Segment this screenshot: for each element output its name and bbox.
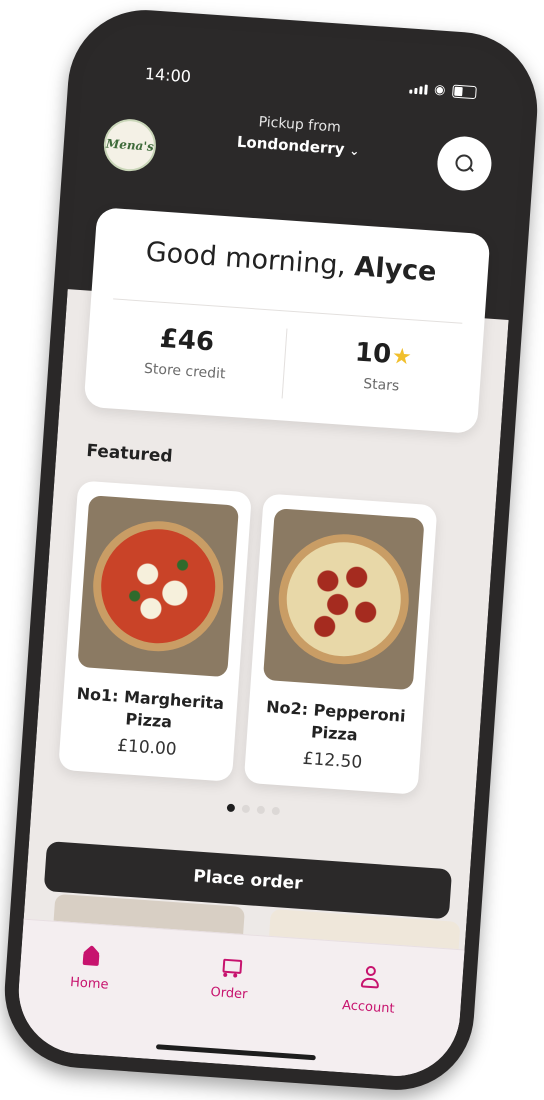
chevron-down-icon: ⌄ — [348, 143, 360, 159]
home-indicator[interactable] — [155, 1044, 316, 1061]
greeting-card: Good morning, Alyce £46 Store credit 10★… — [83, 207, 491, 435]
star-icon: ★ — [391, 344, 413, 371]
product-price: £10.00 — [116, 735, 178, 760]
tab-account[interactable]: Account — [308, 962, 431, 1019]
person-icon — [360, 965, 382, 990]
pagination-dot[interactable] — [241, 804, 250, 814]
tab-order[interactable]: Order — [169, 952, 292, 1005]
stars-label: Stars — [362, 376, 400, 395]
margherita-pizza-image — [88, 516, 228, 656]
wifi-icon: ◉ — [433, 82, 446, 99]
featured-carousel[interactable]: No1: Margherita Pizza £10.00 No2: Pepper… — [58, 480, 495, 798]
tab-order-label: Order — [209, 984, 248, 1003]
pagination-dot[interactable] — [271, 806, 280, 816]
home-icon — [81, 946, 102, 967]
greeting-prefix: Good morning, — [144, 236, 356, 283]
status-time: 14:00 — [144, 64, 192, 87]
tab-account-label: Account — [341, 998, 396, 1017]
pepperoni-pizza-image — [274, 529, 414, 669]
signal-icon — [408, 83, 428, 95]
status-icons: ◉ — [408, 81, 477, 101]
phone-device: 14:00 ◉ Mena's Pickup from Londonderry⌄ — [0, 4, 543, 1096]
pickup-location-text: Londonderry — [236, 132, 346, 159]
store-credit-value: £46 — [158, 323, 216, 358]
tab-home-label: Home — [69, 975, 109, 993]
greeting-name: Alyce — [353, 251, 438, 288]
divider — [113, 298, 463, 324]
header: Mena's Pickup from Londonderry ⌄ — [75, 94, 522, 215]
pagination-dot-active[interactable] — [226, 803, 235, 813]
product-name: No2: Pepperoni Pizza — [265, 697, 407, 745]
store-credit-label: Store credit — [143, 360, 226, 383]
stars-value-row: 10★ — [284, 333, 483, 377]
search-icon — [455, 154, 474, 173]
stars-stat[interactable]: 10★ Stars — [282, 333, 482, 401]
tab-home[interactable]: Home — [29, 942, 152, 995]
product-card-pepperoni[interactable]: No2: Pepperoni Pizza £12.50 — [243, 493, 438, 795]
pickup-selector[interactable]: Pickup from Londonderry ⌄ — [198, 110, 400, 162]
product-price: £12.50 — [302, 748, 363, 773]
battery-icon — [452, 84, 477, 100]
pagination-dot[interactable] — [256, 805, 265, 815]
product-image — [262, 508, 425, 691]
place-order-label: Place order — [192, 866, 304, 894]
product-name: No1: Margherita Pizza — [76, 683, 225, 732]
product-card-margherita[interactable]: No1: Margherita Pizza £10.00 — [58, 480, 252, 782]
greeting-text: Good morning, Alyce — [94, 233, 489, 291]
cart-icon — [219, 955, 242, 976]
logo-text: Mena's — [105, 136, 155, 154]
app-screen: 14:00 ◉ Mena's Pickup from Londonderry⌄ — [14, 19, 528, 1081]
search-button[interactable] — [435, 134, 494, 193]
store-credit-stat[interactable]: £46 Store credit — [86, 319, 286, 387]
product-image — [77, 495, 240, 678]
brand-logo: Mena's — [102, 117, 158, 173]
stars-value: 10 — [353, 337, 393, 370]
